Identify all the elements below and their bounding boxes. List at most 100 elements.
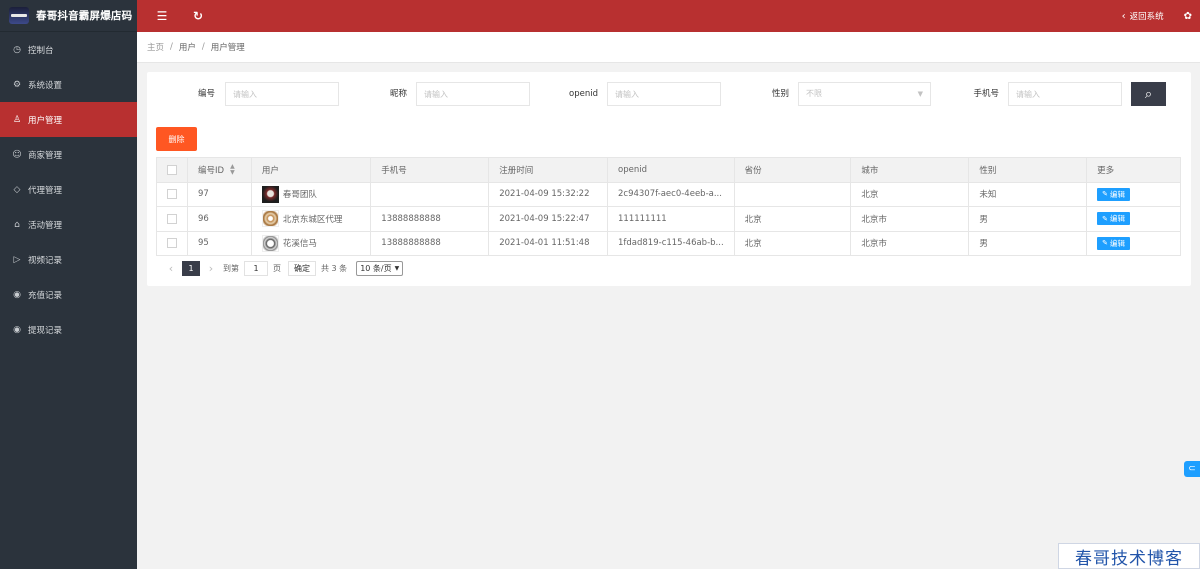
diamond-icon: ◇: [13, 184, 21, 195]
cell-openid: 111111111: [607, 206, 735, 232]
current-page-button[interactable]: 1: [182, 260, 200, 276]
edit-button[interactable]: ✎ 编辑: [1097, 187, 1130, 201]
cell-more: ✎ 编辑: [1086, 181, 1181, 207]
sidebar-item-3[interactable]: ☺ 商家管理: [0, 137, 137, 172]
goto-confirm-button[interactable]: 确定: [288, 260, 316, 276]
cell-reg-time: 2021-04-09 15:22:47: [488, 206, 608, 232]
sidebar-item-label: 代理管理: [28, 185, 63, 196]
table-row: 95 花溪信马 13888888888 2021-04-01 11:51:48 1fda…: [156, 230, 1181, 256]
edit-button[interactable]: ✎ 编辑: [1097, 236, 1130, 250]
row-select-cell: [156, 181, 188, 207]
col-header-user: 用户: [250, 157, 372, 183]
cell-phone: 13888888888: [370, 230, 490, 256]
sidebar-item-label: 用户管理: [28, 115, 63, 126]
col-header-id[interactable]: 编号ID ▲ ▼: [187, 157, 252, 183]
sidebar-item-label: 充值记录: [28, 290, 63, 301]
back-to-system-link[interactable]: ‹ 返回系统: [1122, 10, 1164, 23]
row-checkbox[interactable]: [167, 189, 177, 199]
phone-filter-input[interactable]: [1008, 82, 1122, 106]
cell-openid: 2c94307f-aec0-4eeb-a...: [607, 181, 735, 207]
table-header-row: 编号ID ▲ ▼ 用户 手机号 注册时间 openid 省份 城市 性别 更多: [156, 157, 1181, 183]
next-page-icon[interactable]: ›: [204, 262, 218, 275]
brand[interactable]: 春哥抖音霸屏爆店码: [0, 0, 137, 32]
dashboard-icon: ◷: [13, 44, 21, 55]
nickname-filter-input[interactable]: [416, 82, 530, 106]
pencil-icon: ✎: [1102, 239, 1108, 248]
gender-filter-label: 性别: [771, 89, 789, 99]
table-row: 97 春哥团队 2021-04-09 15:32:22 2c94307f-aec0-4…: [156, 181, 1181, 207]
row-checkbox[interactable]: [167, 238, 177, 248]
floating-tool-icon[interactable]: ⊂: [1184, 461, 1200, 477]
pencil-icon: ✎: [1102, 190, 1108, 199]
topbar: ☰ ↻ ‹ 返回系统 ✿: [137, 0, 1200, 32]
menu-toggle-icon[interactable]: ☰: [153, 9, 171, 23]
user-management-card: 编号 昵称 openid 性别 不限 ▼ 手机号 ⌕ 删除 编号ID ▲▼ 用户: [147, 72, 1191, 286]
cell-province: 北京: [733, 230, 852, 256]
breadcrumb-separator: /: [201, 42, 205, 52]
cell-province: 北京: [733, 206, 852, 232]
breadcrumb-home[interactable]: 主页: [147, 41, 164, 53]
cell-city: 北京市: [850, 230, 970, 256]
row-checkbox[interactable]: [167, 213, 177, 224]
refresh-icon[interactable]: ↻: [189, 9, 207, 23]
prev-page-icon[interactable]: ‹: [164, 262, 178, 275]
cell-user-name: 北京东城区代理: [282, 214, 343, 225]
sidebar-item-6[interactable]: ▷ 视频记录: [0, 242, 137, 277]
cell-more: ✎ 编辑: [1086, 206, 1181, 232]
user-icon: ♙: [12, 114, 22, 125]
col-header-province: 省份: [733, 157, 852, 183]
coin-icon: ◉: [13, 289, 21, 300]
avatar: [261, 185, 279, 203]
cell-city: 北京: [850, 181, 970, 207]
gender-filter-select[interactable]: 不限 ▼: [798, 82, 931, 106]
sort-icon[interactable]: ▲ ▼: [230, 164, 235, 176]
sidebar-item-5[interactable]: ⌂ 活动管理: [0, 207, 137, 242]
col-header-phone: 手机号: [370, 157, 490, 183]
gender-filter-value: 不限: [806, 89, 822, 98]
cell-id: 97: [187, 181, 252, 207]
openid-filter-label: openid: [569, 89, 598, 99]
search-button[interactable]: ⌕: [1131, 82, 1166, 106]
edit-label: 编辑: [1109, 214, 1125, 224]
goto-page-input[interactable]: [244, 260, 268, 276]
pagination: ‹ 1 › 到第 页 确定 共 3 条 10 条/页▼: [164, 259, 404, 277]
id-filter-input[interactable]: [225, 82, 339, 106]
sidebar-item-7[interactable]: ◉ 充值记录: [0, 277, 137, 312]
brand-logo: [9, 7, 29, 24]
edit-button[interactable]: ✎ 编辑: [1097, 212, 1130, 226]
cell-user-name: 春哥团队: [282, 190, 317, 201]
sidebar-item-2[interactable]: ♙ 用户管理: [0, 102, 137, 137]
col-header-openid: openid: [607, 157, 735, 183]
page-size-select[interactable]: 10 条/页 ▼: [356, 260, 404, 276]
openid-filter-input[interactable]: [607, 82, 721, 106]
delete-button[interactable]: 删除: [156, 127, 197, 151]
row-select-cell: [156, 230, 188, 256]
sidebar-nav: ◷ 控制台 ⚙ 系统设置 ♙ 用户管理 ☺ 商家管理 ◇ 代理管理 ⌂ 活动管理 ▷ 视频记录 ◉ 充值记录 ◉…: [0, 32, 137, 347]
pencil-icon: ✎: [1102, 214, 1108, 223]
sidebar-item-4[interactable]: ◇ 代理管理: [0, 172, 137, 207]
sidebar-item-8[interactable]: ◉ 提现记录: [0, 312, 137, 347]
cell-province: [733, 181, 852, 207]
col-header-id-label: 编号ID: [198, 165, 225, 176]
breadcrumb: 主页 / 用户 / 用户管理: [137, 32, 1200, 63]
cell-user: 春哥团队: [250, 181, 372, 207]
brand-title: 春哥抖音霸屏爆店码: [36, 10, 133, 22]
back-to-system-label: 返回系统: [1129, 12, 1164, 22]
gear-icon: ⚙: [12, 79, 22, 90]
sidebar-item-label: 控制台: [28, 45, 54, 56]
col-header-city: 城市: [850, 157, 970, 183]
sidebar-item-label: 视频记录: [28, 255, 63, 266]
breadcrumb-user-management: 用户管理: [210, 43, 245, 53]
cell-user: 花溪信马: [250, 230, 372, 256]
sidebar-item-0[interactable]: ◷ 控制台: [0, 32, 137, 67]
cell-reg-time: 2021-04-01 11:51:48: [488, 230, 608, 256]
watermark: 春哥技术博客: [1058, 543, 1200, 569]
theme-palette-icon[interactable]: ✿: [1184, 11, 1192, 22]
breadcrumb-user[interactable]: 用户: [179, 41, 196, 53]
sidebar-item-1[interactable]: ⚙ 系统设置: [0, 67, 137, 102]
cell-gender: 男: [968, 230, 1088, 256]
edit-label: 编辑: [1109, 189, 1125, 199]
select-all-checkbox[interactable]: [167, 164, 177, 175]
table-row: 96 北京东城区代理 13888888888 2021-04-09 15:22:47 1…: [156, 206, 1181, 232]
chevron-down-icon: ▼: [394, 264, 400, 272]
